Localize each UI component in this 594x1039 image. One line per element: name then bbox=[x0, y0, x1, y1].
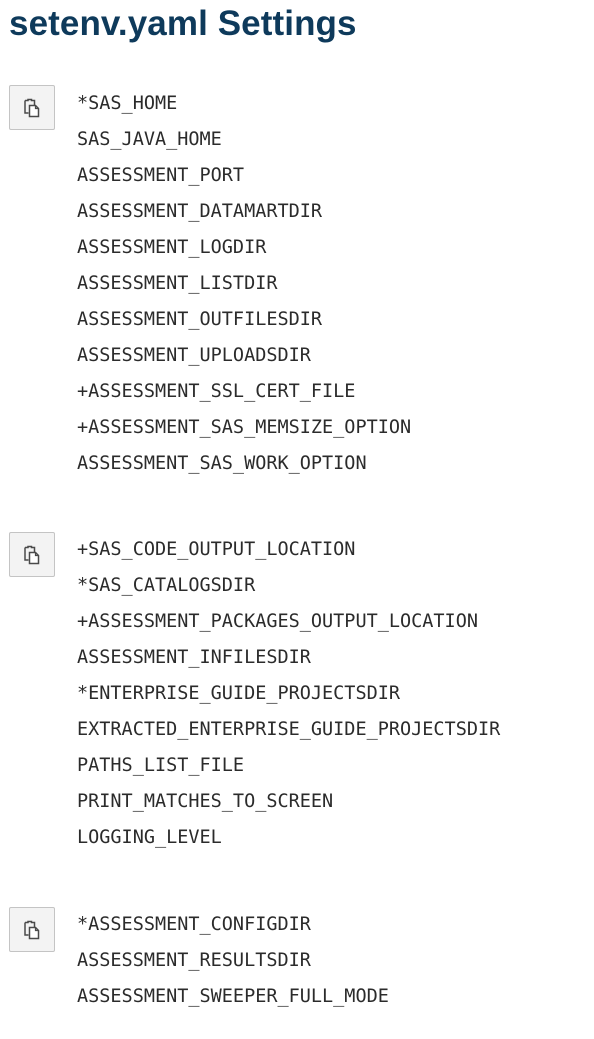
code-line: ASSESSMENT_INFILESDIR bbox=[77, 647, 311, 668]
code-line: +ASSESSMENT_SSL_CERT_FILE bbox=[77, 381, 356, 402]
code-line: *ENTERPRISE_GUIDE_PROJECTSDIR bbox=[77, 683, 401, 704]
code-line: ASSESSMENT_RESULTSDIR bbox=[77, 950, 311, 971]
copy-icon bbox=[24, 98, 40, 117]
code-line: ASSESSMENT_LISTDIR bbox=[77, 273, 278, 294]
code-line: PRINT_MATCHES_TO_SCREEN bbox=[77, 791, 334, 812]
page-title: setenv.yaml Settings bbox=[9, 4, 357, 43]
copy-button[interactable] bbox=[9, 907, 55, 952]
code-line: *SAS_HOME bbox=[77, 93, 178, 114]
copy-button[interactable] bbox=[9, 85, 55, 130]
code-line: ASSESSMENT_OUTFILESDIR bbox=[77, 309, 323, 330]
code-line: +SAS_CODE_OUTPUT_LOCATION bbox=[77, 539, 356, 560]
code-line: +ASSESSMENT_SAS_MEMSIZE_OPTION bbox=[77, 417, 412, 438]
code-line: *ASSESSMENT_CONFIGDIR bbox=[77, 914, 311, 935]
code-lines: +SAS_CODE_OUTPUT_LOCATION *SAS_CATALOGSD… bbox=[77, 532, 500, 856]
copy-button[interactable] bbox=[9, 532, 55, 577]
code-line: ASSESSMENT_SWEEPER_FULL_MODE bbox=[77, 986, 389, 1007]
code-line: +ASSESSMENT_PACKAGES_OUTPUT_LOCATION bbox=[77, 611, 478, 632]
code-line: LOGGING_LEVEL bbox=[77, 827, 222, 848]
code-lines: *SAS_HOME SAS_JAVA_HOME ASSESSMENT_PORT … bbox=[77, 86, 411, 482]
code-line: ASSESSMENT_UPLOADSDIR bbox=[77, 345, 311, 366]
code-line: EXTRACTED_ENTERPRISE_GUIDE_PROJECTSDIR bbox=[77, 719, 501, 740]
code-line: ASSESSMENT_PORT bbox=[77, 165, 245, 186]
code-line: *SAS_CATALOGSDIR bbox=[77, 575, 256, 596]
code-lines: *ASSESSMENT_CONFIGDIR ASSESSMENT_RESULTS… bbox=[77, 907, 389, 1015]
copy-icon bbox=[24, 545, 40, 564]
code-line: PATHS_LIST_FILE bbox=[77, 755, 245, 776]
code-line: ASSESSMENT_DATAMARTDIR bbox=[77, 201, 323, 222]
code-line: ASSESSMENT_SAS_WORK_OPTION bbox=[77, 453, 367, 474]
code-line: ASSESSMENT_LOGDIR bbox=[77, 237, 267, 258]
copy-icon bbox=[24, 920, 40, 939]
code-line: SAS_JAVA_HOME bbox=[77, 129, 222, 150]
